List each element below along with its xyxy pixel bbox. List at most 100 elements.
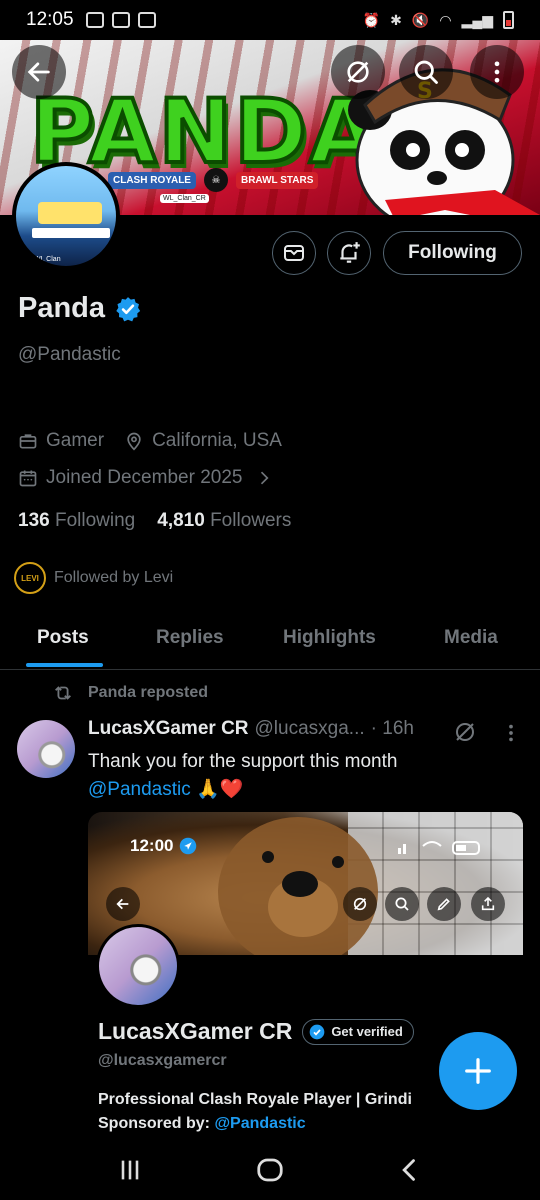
get-verified-label: Get verified bbox=[331, 1024, 403, 1039]
recent-apps-icon[interactable] bbox=[116, 1156, 144, 1184]
avatar-graphic bbox=[38, 202, 102, 224]
profile-meta-row: Gamer California, USA bbox=[18, 430, 282, 452]
tab-media[interactable]: Media bbox=[444, 614, 498, 670]
profile-occupation: Gamer bbox=[46, 430, 105, 451]
wifi-icon: ◠ bbox=[439, 11, 452, 28]
banner-handle-tag: WL_Clan_CR bbox=[160, 194, 209, 203]
verified-badge-icon[interactable] bbox=[115, 296, 141, 322]
location-pin-icon bbox=[127, 432, 141, 451]
embed-share-button bbox=[471, 887, 505, 921]
follower-avatar: LEVI bbox=[14, 562, 46, 594]
profile-name: Panda bbox=[18, 292, 106, 324]
post-emoji: 🙏❤️ bbox=[196, 779, 244, 800]
following-count-label: Following bbox=[54, 510, 136, 531]
repost-icon bbox=[55, 686, 71, 700]
grok-button[interactable] bbox=[331, 45, 385, 99]
repost-text: Panda reposted bbox=[88, 684, 209, 701]
post-author-name[interactable]: LucasXGamer CR bbox=[88, 718, 249, 740]
share-icon bbox=[481, 896, 495, 911]
post-more-icon[interactable] bbox=[500, 722, 522, 744]
post-text: Thank you for the support this month bbox=[88, 751, 398, 772]
skull-logo-icon: ☠ bbox=[203, 168, 228, 192]
search-button[interactable] bbox=[399, 45, 453, 99]
embed-status-time: 12:00 bbox=[130, 836, 197, 856]
active-tab-indicator bbox=[26, 663, 103, 667]
post-author-avatar[interactable] bbox=[17, 720, 75, 778]
back-arrow-icon bbox=[27, 62, 50, 82]
following-count: 136 bbox=[18, 510, 50, 531]
back-icon[interactable] bbox=[396, 1156, 424, 1184]
bluetooth-icon: ✱ bbox=[390, 11, 402, 28]
post-mention[interactable]: @Pandastic bbox=[88, 779, 191, 800]
pencil-icon bbox=[437, 898, 450, 911]
briefcase-icon bbox=[19, 434, 37, 449]
embed-name: LucasXGamer CR bbox=[98, 1018, 293, 1044]
compose-post-button[interactable] bbox=[439, 1032, 517, 1110]
profile-name-row: Panda bbox=[18, 292, 141, 325]
embed-avatar bbox=[96, 924, 180, 1008]
embed-search-button bbox=[385, 887, 419, 921]
dog-face-illustration bbox=[218, 817, 378, 955]
banner-logos: CLASH ROYALE ☠ BRAWL STARS bbox=[108, 168, 319, 192]
verified-badge-icon bbox=[309, 1024, 325, 1039]
alert-notification-icon bbox=[111, 12, 130, 28]
system-navigation-bar bbox=[0, 1140, 540, 1200]
clash-royale-logo: CLASH ROYALE bbox=[108, 171, 196, 189]
embed-time-text: 12:00 bbox=[130, 836, 174, 855]
home-icon[interactable] bbox=[255, 1155, 285, 1185]
plus-icon bbox=[465, 1058, 491, 1084]
following-count-link[interactable]: 136 Following bbox=[18, 510, 135, 532]
followers-count-label: Followers bbox=[210, 510, 292, 531]
profile-joined-row[interactable]: Joined December 2025 bbox=[18, 467, 274, 489]
status-time: 12:05 bbox=[26, 9, 74, 30]
post-body: Thank you for the support this month @Pa… bbox=[88, 748, 397, 804]
embed-grok-button bbox=[343, 887, 377, 921]
gallery-notification-icon bbox=[85, 12, 104, 28]
post-time: · 16h bbox=[370, 718, 414, 739]
embed-status-icons bbox=[398, 841, 480, 855]
grok-icon[interactable] bbox=[453, 720, 477, 744]
tab-posts[interactable]: Posts bbox=[37, 614, 89, 670]
notifications-button[interactable] bbox=[327, 231, 371, 275]
profile-avatar[interactable]: WL Clan bbox=[12, 162, 120, 270]
repost-label: Panda reposted bbox=[52, 682, 208, 704]
get-verified-badge: Get verified bbox=[302, 1018, 414, 1045]
followers-count: 4,810 bbox=[157, 510, 205, 531]
brawl-stars-logo: BRAWL STARS bbox=[235, 171, 319, 189]
signal-icon: ▂▄▆ bbox=[461, 11, 493, 28]
embed-handle: @lucasxgamercr bbox=[98, 1052, 227, 1069]
message-button[interactable] bbox=[272, 231, 316, 275]
followers-count-link[interactable]: 4,810 Followers bbox=[157, 510, 291, 532]
embed-bio-prefix: Sponsored by: bbox=[98, 1115, 215, 1132]
search-icon bbox=[414, 60, 438, 84]
battery-icon bbox=[503, 11, 514, 29]
tab-replies[interactable]: Replies bbox=[156, 614, 224, 670]
app-notification-icon bbox=[137, 12, 156, 28]
calendar-icon bbox=[19, 470, 37, 487]
followed-by[interactable]: LEVI Followed by Levi bbox=[14, 562, 173, 594]
more-vertical-icon bbox=[494, 61, 500, 83]
embed-bio-mention: @Pandastic bbox=[214, 1115, 306, 1132]
location-arrow-icon bbox=[180, 837, 197, 855]
embed-edit-button bbox=[427, 887, 461, 921]
grok-icon bbox=[353, 897, 367, 911]
followed-by-text: Followed by Levi bbox=[54, 569, 174, 586]
follow-counts: 136 Following 4,810 Followers bbox=[18, 510, 291, 532]
mail-icon bbox=[284, 245, 304, 261]
following-button[interactable]: Following bbox=[383, 231, 522, 275]
profile-location: California, USA bbox=[152, 430, 282, 451]
mute-icon: 🔇 bbox=[411, 11, 430, 28]
back-arrow-icon bbox=[116, 898, 129, 910]
more-options-button[interactable] bbox=[470, 45, 524, 99]
avatar-graphic-bar bbox=[32, 228, 110, 238]
post-author-handle[interactable]: @lucasxga... bbox=[255, 718, 365, 740]
embed-bio: Professional Clash Royale Player | Grind… bbox=[98, 1088, 412, 1136]
grok-icon bbox=[347, 61, 369, 83]
post-header: LucasXGamer CR @lucasxga... · 16h bbox=[88, 718, 414, 740]
chevron-right-icon bbox=[261, 471, 269, 485]
profile-handle: @Pandastic bbox=[18, 344, 121, 365]
embed-name-row: LucasXGamer CR Get verified bbox=[98, 1018, 414, 1045]
embed-bio-line1: Professional Clash Royale Player | Grind… bbox=[98, 1091, 412, 1108]
back-button[interactable] bbox=[12, 45, 66, 99]
tab-highlights[interactable]: Highlights bbox=[283, 614, 376, 670]
